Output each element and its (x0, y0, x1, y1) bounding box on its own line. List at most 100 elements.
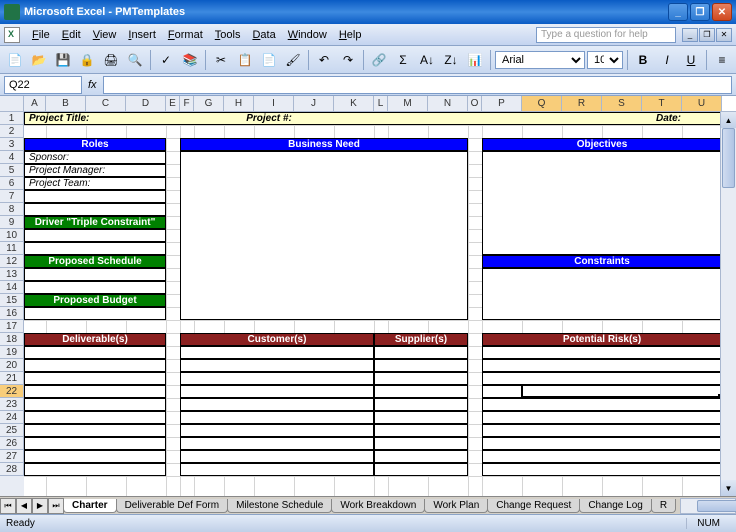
col-header-P[interactable]: P (482, 96, 522, 112)
business-need-area[interactable] (180, 151, 468, 320)
supplier-row-24[interactable] (374, 411, 468, 424)
customer-row-22[interactable] (180, 385, 374, 398)
row-header-26[interactable]: 26 (0, 437, 24, 450)
customer-row-19[interactable] (180, 346, 374, 359)
sheet-tab-change-request[interactable]: Change Request (487, 499, 580, 513)
row-header-18[interactable]: 18 (0, 333, 24, 346)
sheet-tab-change-log[interactable]: Change Log (579, 499, 652, 513)
align-left-icon[interactable]: ≡ (711, 49, 733, 71)
deliverable-row-28[interactable] (24, 463, 166, 476)
col-header-B[interactable]: B (46, 96, 86, 112)
col-header-K[interactable]: K (334, 96, 374, 112)
col-header-A[interactable]: A (24, 96, 46, 112)
row-header-8[interactable]: 8 (0, 203, 24, 216)
project-team-cell[interactable]: Project Team: (24, 177, 166, 190)
row-header-2[interactable]: 2 (0, 125, 24, 138)
formula-input[interactable] (103, 76, 732, 94)
risk-row-23[interactable] (482, 398, 722, 411)
close-button[interactable]: ✕ (712, 3, 732, 21)
name-box[interactable]: Q22 (4, 76, 82, 94)
col-header-S[interactable]: S (602, 96, 642, 112)
project-manager-cell[interactable]: Project Manager: (24, 164, 166, 177)
supplier-row-25[interactable] (374, 424, 468, 437)
row-header-1[interactable]: 1 (0, 112, 24, 125)
row-header-13[interactable]: 13 (0, 268, 24, 281)
col-header-E[interactable]: E (166, 96, 180, 112)
minimize-button[interactable]: _ (668, 3, 688, 21)
tab-last-icon[interactable]: ⏭ (48, 498, 64, 514)
supplier-row-28[interactable] (374, 463, 468, 476)
deliverable-row-20[interactable] (24, 359, 166, 372)
row-header-28[interactable]: 28 (0, 463, 24, 476)
supplier-row-20[interactable] (374, 359, 468, 372)
row-header-4[interactable]: 4 (0, 151, 24, 164)
vscroll-thumb[interactable] (722, 128, 735, 188)
roles-empty-2[interactable] (24, 203, 166, 216)
doc-minimize-button[interactable]: _ (682, 28, 698, 42)
menu-format[interactable]: Format (162, 27, 209, 43)
customer-row-28[interactable] (180, 463, 374, 476)
col-header-V[interactable]: V (722, 96, 736, 112)
triple-empty-1[interactable] (24, 229, 166, 242)
row-header-27[interactable]: 27 (0, 450, 24, 463)
italic-icon[interactable]: I (656, 49, 678, 71)
risk-row-28[interactable] (482, 463, 722, 476)
row-header-25[interactable]: 25 (0, 424, 24, 437)
col-header-H[interactable]: H (224, 96, 254, 112)
row-header-5[interactable]: 5 (0, 164, 24, 177)
row-header-24[interactable]: 24 (0, 411, 24, 424)
customer-row-27[interactable] (180, 450, 374, 463)
row-header-21[interactable]: 21 (0, 372, 24, 385)
autosum-icon[interactable]: Σ (392, 49, 414, 71)
col-header-J[interactable]: J (294, 96, 334, 112)
deliverable-row-23[interactable] (24, 398, 166, 411)
sheet-tab-deliverable-def-form[interactable]: Deliverable Def Form (116, 499, 228, 513)
horizontal-scrollbar[interactable] (680, 498, 736, 514)
sort-asc-icon[interactable]: A↓ (416, 49, 438, 71)
col-header-M[interactable]: M (388, 96, 428, 112)
menu-insert[interactable]: Insert (122, 27, 162, 43)
sheet-tab-charter[interactable]: Charter (63, 499, 117, 513)
undo-icon[interactable]: ↶ (313, 49, 335, 71)
fx-label[interactable]: fx (88, 79, 97, 91)
sheet-tab-r[interactable]: R (651, 499, 676, 513)
risk-row-27[interactable] (482, 450, 722, 463)
spelling-icon[interactable]: ✓ (155, 49, 177, 71)
supplier-row-26[interactable] (374, 437, 468, 450)
risk-row-21[interactable] (482, 372, 722, 385)
row-header-7[interactable]: 7 (0, 190, 24, 203)
row-header-17[interactable]: 17 (0, 320, 24, 333)
row-header-10[interactable]: 10 (0, 229, 24, 242)
col-header-D[interactable]: D (126, 96, 166, 112)
cut-icon[interactable]: ✂ (210, 49, 232, 71)
underline-icon[interactable]: U (680, 49, 702, 71)
col-header-Q[interactable]: Q (522, 96, 562, 112)
schedule-empty-1[interactable] (24, 268, 166, 281)
header-row[interactable]: Project Title:Project #:Date: (24, 112, 722, 125)
chart-icon[interactable]: 📊 (464, 49, 486, 71)
col-header-C[interactable]: C (86, 96, 126, 112)
doc-icon[interactable] (4, 27, 20, 43)
menu-data[interactable]: Data (246, 27, 281, 43)
tab-first-icon[interactable]: ⏮ (0, 498, 16, 514)
row-header-16[interactable]: 16 (0, 307, 24, 320)
scroll-up-icon[interactable]: ▲ (721, 112, 736, 128)
worksheet-grid[interactable]: ABCDEFGHIJKLMNOPQRSTUV 12345678910111213… (0, 96, 736, 496)
save-icon[interactable]: 💾 (52, 49, 74, 71)
col-header-R[interactable]: R (562, 96, 602, 112)
customer-row-26[interactable] (180, 437, 374, 450)
supplier-row-21[interactable] (374, 372, 468, 385)
sheet-tab-work-breakdown[interactable]: Work Breakdown (331, 499, 425, 513)
schedule-header[interactable]: Proposed Schedule (24, 255, 166, 268)
deliverables-header[interactable]: Deliverable(s) (24, 333, 166, 346)
menu-view[interactable]: View (87, 27, 123, 43)
redo-icon[interactable]: ↷ (337, 49, 359, 71)
row-header-9[interactable]: 9 (0, 216, 24, 229)
sponsor-cell[interactable]: Sponsor: (24, 151, 166, 164)
new-icon[interactable]: 📄 (4, 49, 26, 71)
risk-row-19[interactable] (482, 346, 722, 359)
col-header-F[interactable]: F (180, 96, 194, 112)
risk-row-22[interactable] (482, 385, 722, 398)
customer-row-25[interactable] (180, 424, 374, 437)
customer-row-20[interactable] (180, 359, 374, 372)
